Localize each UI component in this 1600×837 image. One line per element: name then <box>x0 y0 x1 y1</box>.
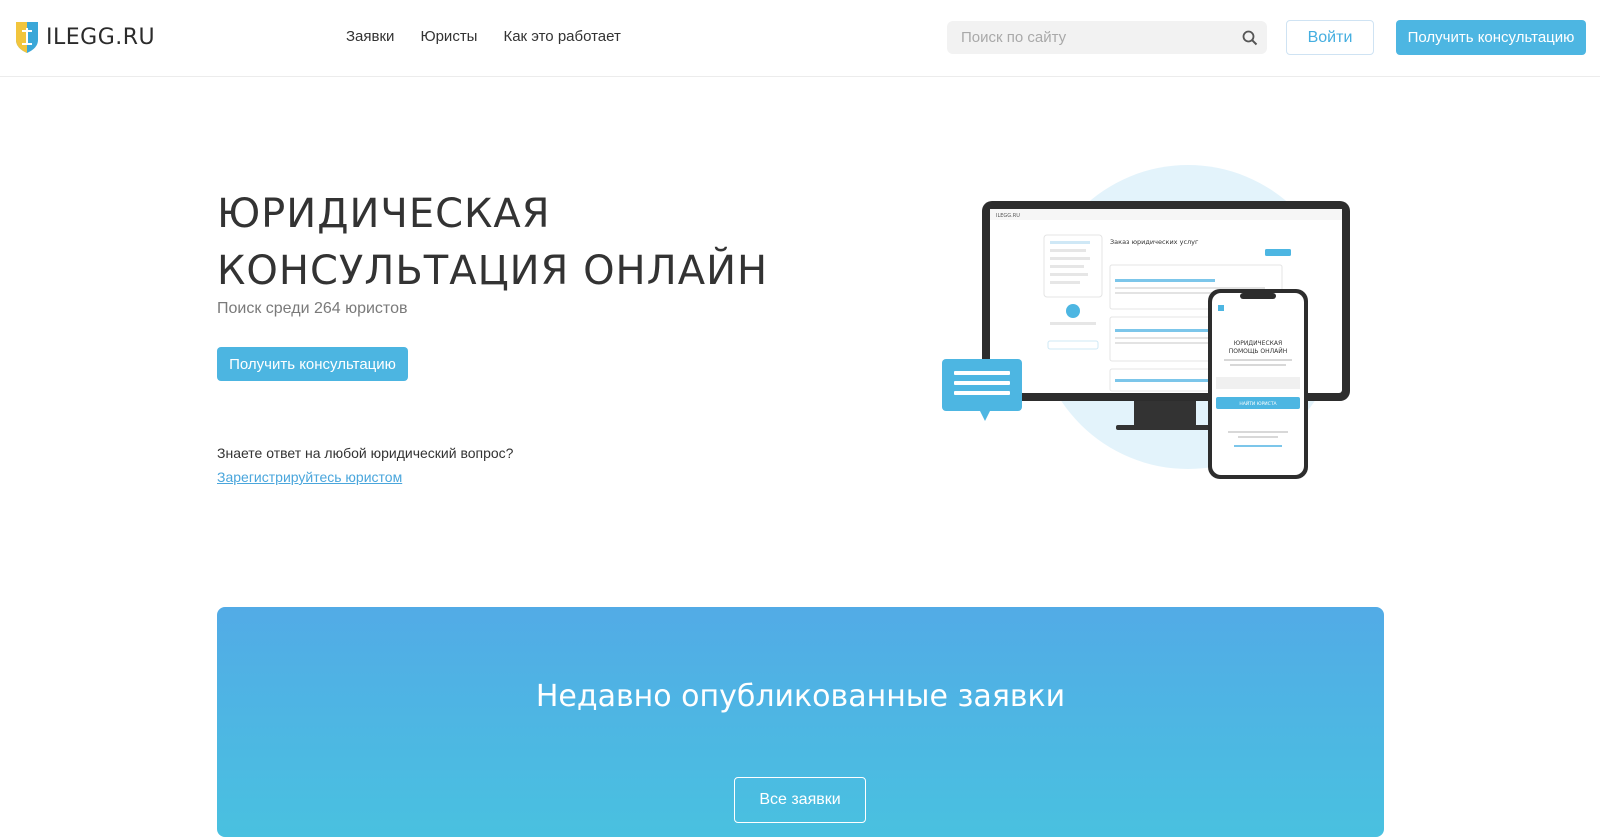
hero-illustration: ILEGG.RU Заказ юридических услуг ЮРИДИЧЕ… <box>938 165 1358 495</box>
lawyer-question-text: Знаете ответ на любой юридический вопрос… <box>217 445 514 461</box>
phone-heading-line-2: ПОМОЩЬ ОНЛАЙН <box>1229 348 1288 355</box>
search-box <box>947 21 1267 54</box>
hero-subtitle: Поиск среди 264 юристов <box>217 300 408 317</box>
nav-how-it-works[interactable]: Как это работает <box>503 28 620 45</box>
logo-text: ILEGG.RU <box>46 24 156 50</box>
hero-title: ЮРИДИЧЕСКАЯ КОНСУЛЬТАЦИЯ ОНЛАЙН <box>217 186 837 300</box>
phone-heading-line-1: ЮРИДИЧЕСКАЯ <box>1234 340 1282 347</box>
hero-title-line-1: ЮРИДИЧЕСКАЯ <box>217 191 551 237</box>
logo[interactable]: ILEGG.RU <box>14 20 155 54</box>
nav-lawyers[interactable]: Юристы <box>420 28 477 45</box>
get-consultation-button-header[interactable]: Получить консультацию <box>1396 20 1586 55</box>
all-requests-button[interactable]: Все заявки <box>734 777 866 823</box>
phone-button-text: НАЙТИ ЮРИСТА <box>1239 400 1277 407</box>
hero-title-line-2: КОНСУЛЬТАЦИЯ ОНЛАЙН <box>217 248 769 294</box>
site-header: ILEGG.RU Заявки Юристы Как это работает … <box>0 0 1600 77</box>
monitor-heading-text: Заказ юридических услуг <box>1110 238 1199 246</box>
recent-requests-banner: Недавно опубликованные заявки Все заявки <box>217 607 1384 837</box>
main-nav: Заявки Юристы Как это работает <box>346 28 621 45</box>
search-input[interactable] <box>947 28 1233 47</box>
nav-requests[interactable]: Заявки <box>346 28 394 45</box>
shield-logo-icon <box>16 22 38 53</box>
devices-illustration: ILEGG.RU Заказ юридических услуг ЮРИДИЧЕ… <box>942 165 1350 479</box>
login-button[interactable]: Войти <box>1286 20 1374 55</box>
search-icon[interactable] <box>1233 30 1267 46</box>
get-consultation-button-hero[interactable]: Получить консультацию <box>217 347 408 381</box>
recent-requests-title: Недавно опубликованные заявки <box>535 679 1066 714</box>
register-lawyer-link[interactable]: Зарегистрируйтесь юристом <box>217 469 402 485</box>
monitor-logo-text: ILEGG.RU <box>996 213 1020 219</box>
